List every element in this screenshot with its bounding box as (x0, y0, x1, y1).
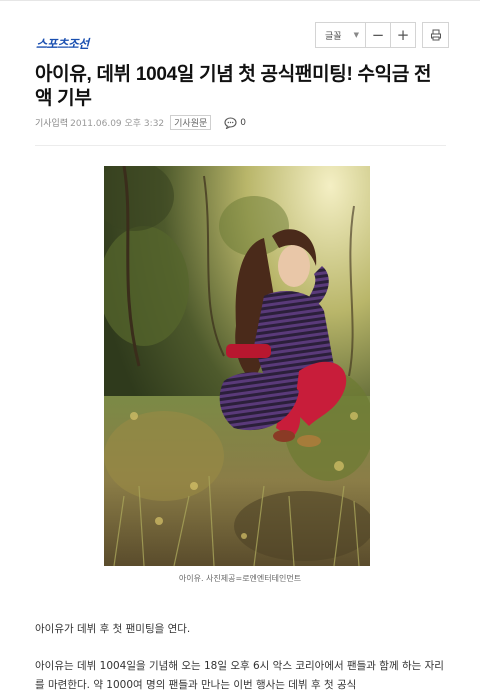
article-toolbar: 글꼴 ▼ − + (315, 22, 449, 48)
print-icon (430, 29, 441, 41)
font-decrease-button[interactable]: − (366, 22, 391, 48)
article-photo (104, 166, 370, 566)
article-page: 스포츠조선 글꼴 ▼ − + 아이유, 데뷔 1004일 기념 첫 공식팬미팅!… (0, 0, 480, 693)
chevron-down-icon: ▼ (353, 31, 359, 39)
print-button[interactable] (422, 22, 449, 48)
article-paragraph: 아이유는 데뷔 1004일을 기념해 오는 18일 오후 6시 악스 코리아에서… (35, 660, 444, 691)
article-meta: 기사입력 2011.06.09 오후 3:32 기사원문 0 (35, 115, 246, 130)
brand-logo[interactable]: 스포츠조선 (36, 35, 89, 52)
minus-icon: − (371, 26, 385, 44)
photo-illustration (104, 166, 370, 566)
article-title: 아이유, 데뷔 1004일 기념 첫 공식팬미팅! 수익금 전액 기부 (35, 64, 432, 109)
header-divider (35, 145, 446, 146)
plus-icon: + (396, 26, 410, 44)
photo-caption: 아이유. 사진제공=로엔엔터테인먼트 (178, 574, 302, 583)
font-increase-button[interactable]: + (391, 22, 416, 48)
comment-count: 0 (240, 117, 247, 128)
article-paragraph: 아이유가 데뷔 후 첫 팬미팅을 연다. (35, 623, 191, 635)
comment-icon (224, 116, 237, 129)
top-border (0, 0, 480, 1)
original-article-button[interactable]: 기사원문 (170, 115, 212, 130)
published-date: 2011.06.09 오후 3:32 (70, 119, 165, 129)
published-label: 기사입력 (35, 119, 69, 129)
comment-link[interactable]: 0 (224, 116, 247, 129)
font-select-label: 글꼴 (325, 31, 342, 42)
font-select[interactable]: 글꼴 ▼ (315, 22, 366, 48)
